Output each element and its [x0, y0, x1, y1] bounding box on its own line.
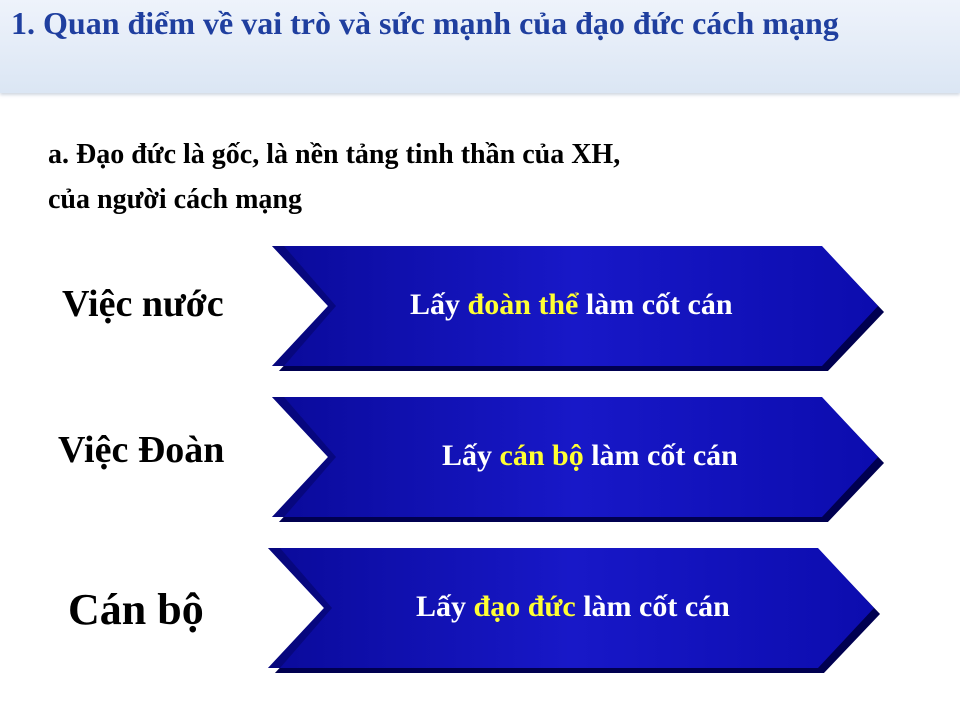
arrow-text-2: Lấy cán bộ làm cốt cán	[442, 397, 738, 515]
arrow-text-1-highlight: đoàn thể	[467, 288, 579, 321]
subtitle-line-1: a. Đạo đức là gốc, là nền tảng tinh thần…	[48, 139, 621, 170]
row-label-viec-doan: Việc Đoàn	[58, 429, 225, 471]
row-label-viec-nuoc: Việc nước	[62, 283, 224, 325]
arrow-text-1: Lấy đoàn thể làm cốt cán	[410, 246, 733, 364]
arrow-text-1-after: làm cốt cán	[578, 288, 733, 321]
chevron-arrow-1: Lấy đoàn thể làm cốt cán	[272, 246, 892, 371]
slide-title: 1. Quan điểm về vai trò và sức mạnh của …	[11, 5, 839, 41]
arrow-text-3-before: Lấy	[416, 590, 474, 623]
arrow-text-3-after: làm cốt cán	[575, 590, 730, 623]
subtitle-line-2: của người cách mạng	[48, 184, 302, 215]
chevron-arrow-3: Lấy đạo đức làm cốt cán	[268, 548, 888, 673]
arrow-text-2-highlight: cán bộ	[499, 439, 584, 472]
slide-subtitle: a. Đạo đức là gốc, là nền tảng tinh thần…	[48, 132, 868, 222]
arrow-text-3-highlight: đạo đức	[473, 590, 576, 623]
arrow-text-2-after: làm cốt cán	[583, 439, 738, 472]
row-label-can-bo: Cán bộ	[68, 585, 204, 634]
arrow-text-3: Lấy đạo đức làm cốt cán	[416, 548, 730, 666]
title-bar: 1. Quan điểm về vai trò và sức mạnh của …	[0, 0, 960, 93]
arrow-text-2-before: Lấy	[442, 439, 500, 472]
chevron-arrow-2: Lấy cán bộ làm cốt cán	[272, 397, 892, 522]
arrow-text-1-before: Lấy	[410, 288, 468, 321]
